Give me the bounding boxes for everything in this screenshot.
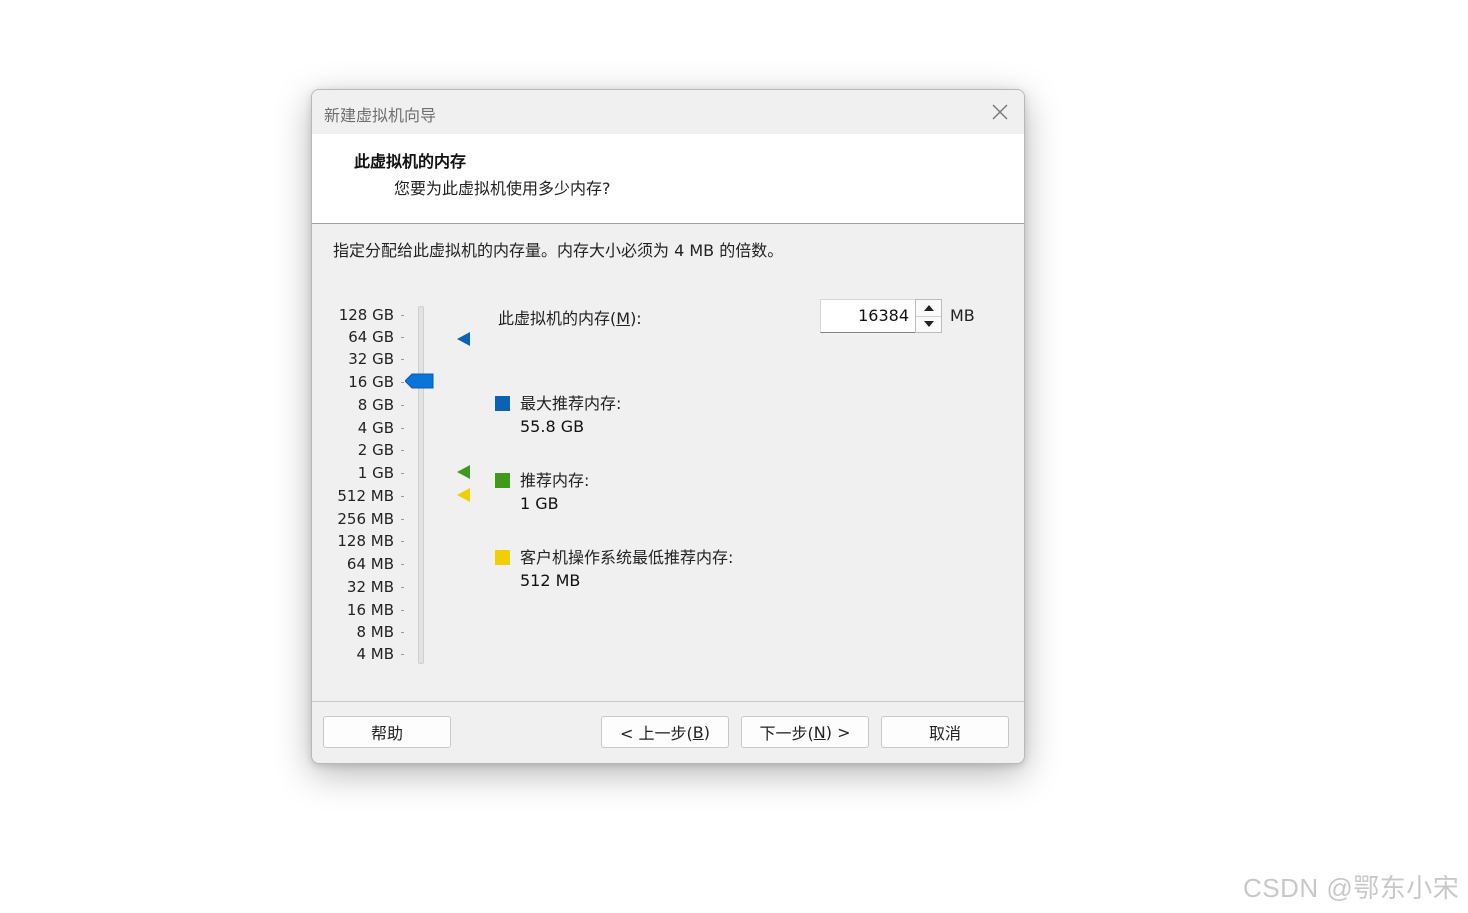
- tick-label: 256 MB: [337, 510, 394, 528]
- tick-label: 128 GB: [338, 306, 394, 324]
- help-button[interactable]: 帮助: [323, 716, 451, 748]
- memory-field-label: 此虚拟机的内存(M):: [498, 309, 642, 328]
- tick-mark: [401, 473, 404, 474]
- tick-label: 64 GB: [348, 328, 394, 346]
- tick-mark: [401, 382, 404, 383]
- max-recommended-value: 55.8 GB: [520, 417, 585, 436]
- tick-mark: [401, 587, 404, 588]
- tick-mark: [401, 519, 404, 520]
- min-recommended-label: 客户机操作系统最低推荐内存:: [520, 548, 734, 567]
- watermark: CSDN @鄂东小宋: [1243, 873, 1460, 903]
- max-recommended-label: 最大推荐内存:: [520, 394, 622, 413]
- page-title: 此虚拟机的内存: [354, 152, 467, 171]
- caret-up-icon: [923, 305, 934, 311]
- memory-unit: MB: [950, 306, 975, 325]
- tick-label: 512 MB: [337, 487, 394, 505]
- tick-label: 8 GB: [357, 396, 394, 414]
- tick-mark: [401, 541, 404, 542]
- tick-label: 32 MB: [346, 578, 394, 596]
- tick-label: 4 GB: [357, 419, 394, 437]
- window-title: 新建虚拟机向导: [324, 106, 437, 125]
- memory-slider-track[interactable]: [418, 306, 424, 664]
- tick-mark: [401, 428, 404, 429]
- tick-label: 128 MB: [337, 532, 394, 550]
- max-recommended-marker-icon: [457, 332, 470, 346]
- memory-input[interactable]: 16384: [820, 299, 916, 333]
- tick-mark: [401, 359, 404, 360]
- tick-mark: [401, 337, 404, 338]
- spin-up-button[interactable]: [916, 300, 941, 317]
- recommended-value: 1 GB: [520, 494, 559, 513]
- close-icon: [992, 104, 1008, 120]
- new-vm-wizard-dialog: 新建虚拟机向导 此虚拟机的内存 您要为此虚拟机使用多少内存? 指定分配给此虚拟机…: [311, 89, 1025, 764]
- tick-label: 2 GB: [357, 441, 394, 459]
- tick-mark: [401, 632, 404, 633]
- memory-slider-thumb[interactable]: [405, 373, 435, 389]
- max-legend-swatch: [495, 396, 510, 411]
- slider-thumb-shape: [405, 373, 434, 389]
- cancel-button[interactable]: 取消: [881, 716, 1009, 748]
- tick-mark: [401, 610, 404, 611]
- memory-spinner: [915, 299, 942, 333]
- spin-down-button[interactable]: [916, 316, 941, 332]
- min-recommended-value: 512 MB: [520, 571, 581, 590]
- title-bar: 新建虚拟机向导: [312, 90, 1024, 134]
- recommended-label: 推荐内存:: [520, 471, 590, 490]
- tick-mark: [401, 450, 404, 451]
- page-subtitle: 您要为此虚拟机使用多少内存?: [394, 179, 611, 198]
- tick-label: 16 MB: [346, 601, 394, 619]
- tick-label: 16 GB: [348, 373, 394, 391]
- tick-label: 32 GB: [348, 350, 394, 368]
- tick-label: 4 MB: [356, 645, 394, 663]
- tick-mark: [401, 315, 404, 316]
- min-legend-swatch: [495, 550, 510, 565]
- tick-label: 1 GB: [357, 464, 394, 482]
- wizard-header: 此虚拟机的内存 您要为此虚拟机使用多少内存?: [312, 134, 1024, 224]
- tick-mark: [401, 405, 404, 406]
- caret-down-icon: [923, 321, 934, 327]
- instruction-text: 指定分配给此虚拟机的内存量。内存大小必须为 4 MB 的倍数。: [333, 241, 784, 260]
- tick-label: 64 MB: [346, 555, 394, 573]
- tick-mark: [401, 564, 404, 565]
- min-recommended-marker-icon: [457, 488, 470, 502]
- back-button[interactable]: < 上一步(B): [601, 716, 729, 748]
- footer-divider: [312, 701, 1024, 702]
- tick-mark: [401, 496, 404, 497]
- tick-label: 8 MB: [356, 623, 394, 641]
- recommended-legend-swatch: [495, 473, 510, 488]
- close-button[interactable]: [982, 96, 1018, 128]
- recommended-marker-icon: [457, 465, 470, 479]
- next-button[interactable]: 下一步(N) >: [741, 716, 869, 748]
- tick-mark: [401, 654, 404, 655]
